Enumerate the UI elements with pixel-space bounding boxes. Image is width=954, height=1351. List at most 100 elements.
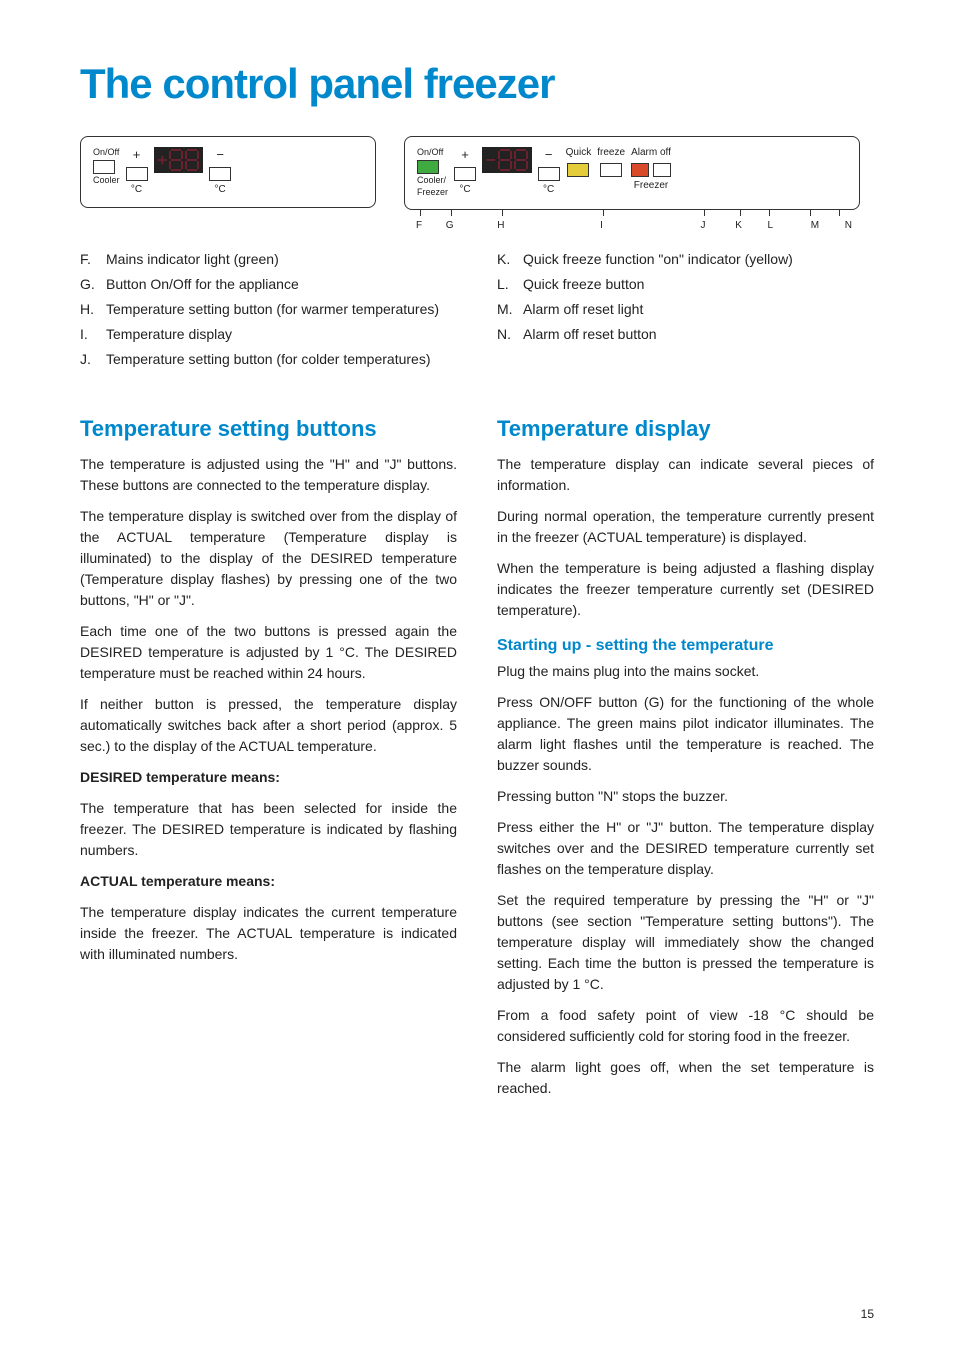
tick-icon	[839, 210, 840, 216]
letter-H: H	[497, 220, 504, 231]
seg-digit-icon	[185, 149, 199, 171]
plus-button[interactable]	[126, 167, 148, 181]
heading-temp-setting: Temperature setting buttons	[80, 416, 457, 442]
letter-F: F	[416, 220, 422, 231]
label-cooler-freezer1: Cooler/	[417, 175, 448, 185]
legend-item: H.Temperature setting button (for warmer…	[80, 299, 457, 320]
para: Press either the H" or "J" button. The t…	[497, 817, 874, 880]
legend-letter: I.	[80, 324, 106, 345]
legend-text: Temperature setting button (for colder t…	[106, 349, 457, 370]
para: From a food safety point of view -18 °C …	[497, 1005, 874, 1047]
letter-M: M	[811, 220, 819, 231]
legend-item: L.Quick freeze button	[497, 274, 874, 295]
legend-letter: K.	[497, 249, 523, 270]
label-onoff-r: On/Off	[417, 147, 448, 157]
para: Press ON/OFF button (G) for the function…	[497, 692, 874, 776]
legend-item: I.Temperature display	[80, 324, 457, 345]
para: Plug the mains plug into the mains socke…	[497, 661, 874, 682]
label-quick1: Quick	[566, 147, 592, 158]
legend-text: Mains indicator light (green)	[106, 249, 457, 270]
tick-icon	[420, 210, 421, 216]
tick-icon	[502, 210, 503, 216]
heading-starting-up: Starting up - setting the temperature	[497, 637, 874, 655]
tick-icon	[810, 210, 811, 216]
tick-icon	[704, 210, 705, 216]
label-freezer-side: Freezer	[634, 180, 668, 191]
seg-digit-icon	[514, 149, 528, 171]
legend-text: Quick freeze button	[523, 274, 874, 295]
letter-G: G	[446, 220, 454, 231]
legend-text: Alarm off reset button	[523, 324, 874, 345]
para: Each time one of the two buttons is pres…	[80, 621, 457, 684]
mains-light	[417, 160, 439, 174]
minus-button-r[interactable]	[538, 167, 560, 181]
legend-left: F.Mains indicator light (green) G.Button…	[80, 249, 457, 374]
legend-letter: M.	[497, 299, 523, 320]
para: If neither button is pressed, the temper…	[80, 694, 457, 757]
onoff-toggle[interactable]	[93, 160, 115, 174]
letter-J: J	[701, 220, 706, 231]
legend-text: Temperature display	[106, 324, 457, 345]
legend-row: F.Mains indicator light (green) G.Button…	[80, 249, 874, 374]
temp-display-right: −	[482, 147, 532, 173]
alarm-light	[631, 163, 649, 177]
legend-item: G.Button On/Off for the appliance	[80, 274, 457, 295]
quickfreeze-light	[567, 163, 589, 177]
letter-K: K	[735, 220, 742, 231]
label-cooler-freezer2: Freezer	[417, 187, 448, 197]
tick-icon	[451, 210, 452, 216]
legend-text: Quick freeze function "on" indicator (ye…	[523, 249, 874, 270]
plus-button-r[interactable]	[454, 167, 476, 181]
legend-letter: G.	[80, 274, 106, 295]
label-degc1-r: °C	[459, 184, 470, 195]
para: The alarm light goes off, when the set t…	[497, 1057, 874, 1099]
legend-text: Button On/Off for the appliance	[106, 274, 457, 295]
page-title: The control panel freezer	[80, 60, 874, 108]
legend-letter: F.	[80, 249, 106, 270]
sign-minus-icon: −	[486, 152, 496, 168]
tick-icon	[769, 210, 770, 216]
para: The temperature that has been selected f…	[80, 798, 457, 861]
label-onoff: On/Off	[93, 147, 120, 157]
label-degc2: °C	[215, 184, 226, 195]
heading-temp-display: Temperature display	[497, 416, 874, 442]
sign-plus-icon: +	[158, 152, 168, 168]
label-cooler: Cooler	[93, 175, 120, 185]
seg-digit-icon	[169, 149, 183, 171]
desired-heading: DESIRED temperature means:	[80, 767, 457, 788]
para: When the temperature is being adjusted a…	[497, 558, 874, 621]
diagram-row: On/Off Cooler + °C + − °C	[80, 136, 874, 231]
legend-item: N.Alarm off reset button	[497, 324, 874, 345]
freezer-panel: On/Off Cooler/ Freezer + °C −	[404, 136, 860, 210]
legend-text: Alarm off reset light	[523, 299, 874, 320]
legend-letter: J.	[80, 349, 106, 370]
para: Set the required temperature by pressing…	[497, 890, 874, 995]
para: The temperature is adjusted using the "H…	[80, 454, 457, 496]
para: The temperature display is switched over…	[80, 506, 457, 611]
legend-right: K.Quick freeze function "on" indicator (…	[497, 249, 874, 374]
label-alarmoff: Alarm off	[631, 147, 671, 158]
minus-icon-r: −	[545, 147, 553, 162]
legend-item: F.Mains indicator light (green)	[80, 249, 457, 270]
body-columns: Temperature setting buttons The temperat…	[80, 392, 874, 1109]
quickfreeze-button[interactable]	[600, 163, 622, 177]
label-degc2-r: °C	[543, 184, 554, 195]
legend-letter: L.	[497, 274, 523, 295]
plus-icon: +	[133, 147, 141, 162]
minus-icon: −	[216, 147, 224, 162]
para: Pressing button "N" stops the buzzer.	[497, 786, 874, 807]
alarm-off-button[interactable]	[653, 163, 671, 177]
para: During normal operation, the temperature…	[497, 506, 874, 548]
legend-text: Temperature setting button (for warmer t…	[106, 299, 457, 320]
minus-button[interactable]	[209, 167, 231, 181]
col-right: Temperature display The temperature disp…	[497, 392, 874, 1109]
letter-L: L	[768, 220, 774, 231]
tick-icon	[603, 210, 604, 216]
actual-heading: ACTUAL temperature means:	[80, 871, 457, 892]
para: The temperature display indicates the cu…	[80, 902, 457, 965]
legend-letter: N.	[497, 324, 523, 345]
col-left: Temperature setting buttons The temperat…	[80, 392, 457, 1109]
label-quickfreeze: freeze	[597, 147, 625, 158]
legend-item: J.Temperature setting button (for colder…	[80, 349, 457, 370]
temp-display-left: +	[154, 147, 204, 173]
